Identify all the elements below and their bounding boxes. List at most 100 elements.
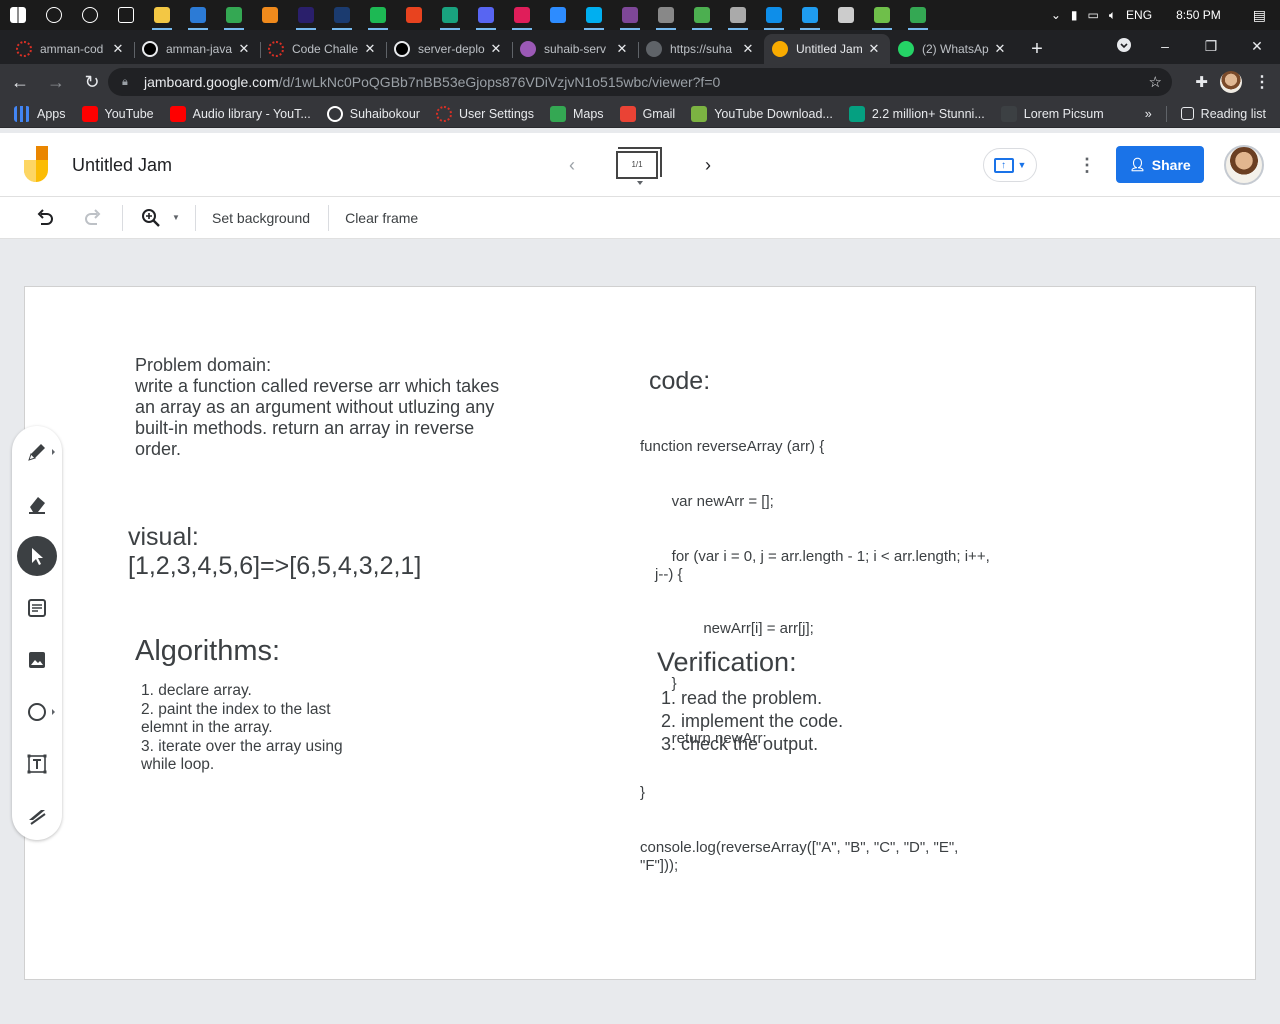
browser-tab[interactable]: suhaib-serv ✕ — [512, 34, 638, 64]
browser-tab[interactable]: https://suha ✕ — [638, 34, 764, 64]
browser-menu-icon[interactable]: ⋮ — [1254, 72, 1270, 92]
pen-tool[interactable] — [17, 432, 57, 472]
notifications-icon[interactable]: ▤ — [1253, 7, 1266, 24]
search-taskbar-button[interactable] — [36, 0, 72, 30]
zoom-taskbar-button[interactable] — [540, 0, 576, 30]
laser-tool[interactable] — [17, 796, 57, 836]
reload-button[interactable]: ↻ — [76, 66, 108, 98]
clock[interactable]: 8:50 PM — [1176, 8, 1221, 22]
present-button[interactable]: ↑ ▼ — [983, 148, 1037, 182]
browser-tab[interactable]: (2) WhatsAp ✕ — [890, 34, 1016, 64]
redo-button[interactable] — [78, 202, 108, 234]
bookmark-item[interactable]: Maps — [549, 105, 604, 122]
sticky-note-tool[interactable] — [17, 588, 57, 628]
frame-bar-toggle[interactable]: 1/1 — [616, 147, 662, 179]
volume-icon[interactable]: 🔈︎ — [1109, 8, 1116, 23]
undo-button[interactable] — [30, 202, 60, 234]
more-options-icon[interactable]: ⋮ — [1078, 153, 1096, 177]
close-tab-icon[interactable]: ✕ — [614, 41, 630, 57]
reading-list-button[interactable]: Reading list — [1180, 107, 1266, 121]
browser-tab[interactable]: amman-cod ✕ — [8, 34, 134, 64]
image-tool[interactable] — [17, 640, 57, 680]
back-button[interactable]: ← — [4, 66, 36, 98]
select-tool[interactable] — [17, 536, 57, 576]
forward-button[interactable]: → — [40, 66, 72, 98]
jam-canvas[interactable]: Problem domain: write a function called … — [24, 286, 1256, 980]
bookmark-item[interactable]: Gmail — [619, 105, 675, 122]
shape-tool[interactable] — [17, 692, 57, 732]
verification-list[interactable]: 1. read the problem. 2. implement the co… — [661, 687, 843, 756]
restore-button[interactable]: ❐ — [1188, 38, 1234, 55]
algorithms-heading[interactable]: Algorithms: — [135, 635, 280, 668]
minimize-button[interactable]: – — [1142, 38, 1188, 54]
slack-taskbar-button[interactable] — [504, 0, 540, 30]
close-tab-icon[interactable]: ✕ — [740, 41, 756, 57]
steam-taskbar-button[interactable] — [324, 0, 360, 30]
discord-taskbar-button[interactable] — [468, 0, 504, 30]
bookmark-item[interactable]: User Settings — [435, 105, 534, 122]
office-taskbar-button[interactable] — [396, 0, 432, 30]
previous-frame-button[interactable]: ‹ — [560, 153, 584, 177]
browser-tab[interactable]: Untitled Jam ✕ — [764, 34, 890, 64]
bookmark-star-icon[interactable]: ☆ — [1149, 73, 1162, 91]
browser-tab[interactable]: Code Challe ✕ — [260, 34, 386, 64]
spotify-taskbar-button[interactable] — [360, 0, 396, 30]
share-button[interactable]: 👤︎ Share — [1116, 146, 1204, 183]
close-tab-icon[interactable]: ✕ — [110, 41, 126, 57]
bookmark-item[interactable]: YouTube Download... — [691, 105, 833, 122]
vscode-taskbar-button[interactable] — [792, 0, 828, 30]
tab-search-icon[interactable] — [1106, 37, 1142, 56]
bookmark-item[interactable]: YouTube — [81, 105, 154, 122]
close-tab-icon[interactable]: ✕ — [488, 41, 504, 57]
jamboard-logo[interactable] — [24, 146, 50, 184]
code-heading[interactable]: code: — [649, 367, 710, 396]
bookmarks-overflow-button[interactable]: » — [1145, 107, 1152, 121]
zoom-dropdown-icon[interactable]: ▼ — [167, 202, 185, 234]
chevron-down-icon[interactable]: ⌄ — [1051, 8, 1061, 22]
bookmark-item[interactable]: Suhaibokour — [326, 105, 420, 122]
algorithms-list[interactable]: 1. declare array. 2. paint the index to … — [141, 682, 361, 775]
premiere-taskbar-button[interactable] — [288, 0, 324, 30]
close-tab-icon[interactable]: ✕ — [992, 41, 1008, 57]
account-avatar[interactable] — [1224, 145, 1264, 185]
network-icon[interactable]: ▭ — [1088, 8, 1099, 22]
lock-icon[interactable]: 🔒︎ — [122, 76, 134, 89]
browser-tab[interactable]: amman-java ✕ — [134, 34, 260, 64]
bookmark-item[interactable]: 2.2 million+ Stunni... — [848, 105, 985, 122]
jam-title[interactable]: Untitled Jam — [72, 155, 172, 176]
windows-start-taskbar-button[interactable] — [0, 0, 36, 30]
language-indicator[interactable]: ENG — [1126, 8, 1152, 22]
extensions-icon[interactable]: ✚ — [1195, 73, 1208, 91]
problem-domain-text[interactable]: Problem domain: write a function called … — [135, 355, 515, 460]
bookmark-item[interactable]: Apps — [14, 105, 66, 122]
chatgpt-taskbar-button[interactable] — [432, 0, 468, 30]
zoom-button[interactable] — [139, 202, 163, 234]
terminal-taskbar-button[interactable] — [828, 0, 864, 30]
text-box-tool[interactable] — [17, 744, 57, 784]
bookmark-item[interactable]: Lorem Picsum — [1000, 105, 1104, 122]
task-view-taskbar-button[interactable] — [108, 0, 144, 30]
close-tab-icon[interactable]: ✕ — [866, 41, 882, 57]
eraser-tool[interactable] — [17, 484, 57, 524]
photo-app-taskbar-button[interactable] — [684, 0, 720, 30]
close-tab-icon[interactable]: ✕ — [236, 41, 252, 57]
teamviewer-taskbar-button[interactable] — [756, 0, 792, 30]
cursor-app-taskbar-button[interactable] — [648, 0, 684, 30]
new-tab-button[interactable]: + — [1022, 34, 1052, 64]
git-gui-taskbar-button[interactable] — [864, 0, 900, 30]
tor-taskbar-button[interactable] — [612, 0, 648, 30]
set-background-button[interactable]: Set background — [212, 202, 310, 234]
skype-taskbar-button[interactable] — [576, 0, 612, 30]
bookmark-item[interactable]: Audio library - YouT... — [169, 105, 311, 122]
clear-frame-button[interactable]: Clear frame — [345, 202, 418, 234]
close-window-button[interactable]: ✕ — [1234, 38, 1280, 55]
url-field[interactable]: 🔒︎ jamboard.google.com/d/1wLkNc0PoQGBb7n… — [108, 68, 1172, 96]
close-tab-icon[interactable]: ✕ — [362, 41, 378, 57]
microphone-icon[interactable]: ▮ — [1071, 8, 1078, 22]
browser-tab[interactable]: server-deplo ✕ — [386, 34, 512, 64]
profile-avatar[interactable] — [1220, 71, 1242, 93]
mail-taskbar-button[interactable] — [180, 0, 216, 30]
vlc-taskbar-button[interactable] — [252, 0, 288, 30]
chrome-taskbar-button[interactable] — [216, 0, 252, 30]
next-frame-button[interactable]: › — [696, 153, 720, 177]
